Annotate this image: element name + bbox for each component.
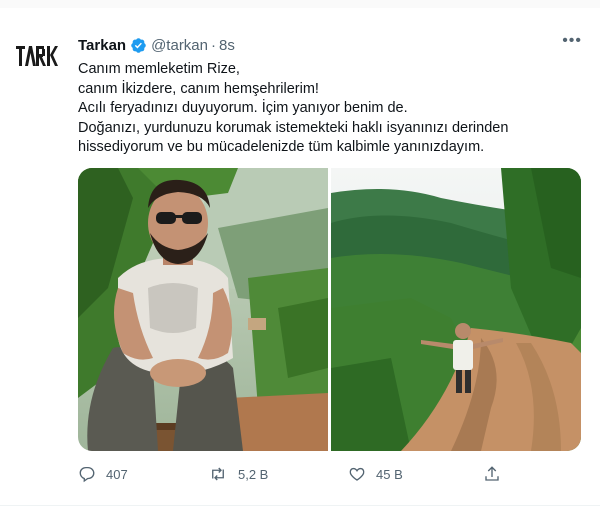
tweet-line: Acılı feryadınızı duyuyorum. İçim yanıyo… [78, 100, 408, 116]
tweet-line: Canım memleketim Rize, [78, 61, 240, 77]
reply-count: 407 [106, 466, 128, 482]
author-handle[interactable]: @tarkan [151, 37, 208, 54]
separator-dot: · [211, 36, 216, 54]
author-name[interactable]: Tarkan [78, 37, 126, 54]
tweet-header: Tarkan @tarkan · 8s [78, 35, 235, 55]
avatar[interactable] [14, 40, 62, 72]
photo-man-sitting-image [78, 168, 328, 451]
photo-man-on-road[interactable] [331, 168, 581, 451]
retweet-icon [212, 467, 224, 481]
tweet-line: canım İkizdere, canım hemşehrilerim! [78, 80, 319, 97]
reply-icon [79, 466, 95, 483]
tweet-line: Doğanızı, yurdunuzu korumak istemekteki … [78, 119, 509, 136]
tarkan-logo-icon [16, 46, 58, 66]
share-button[interactable] [483, 462, 501, 486]
verified-badge-icon [130, 37, 147, 54]
like-count: 45 B [376, 466, 403, 482]
tweet-time[interactable]: 8s [219, 37, 235, 54]
photo-man-on-road-image [331, 168, 581, 451]
reply-button[interactable]: 407 [78, 462, 128, 486]
divider [0, 505, 600, 506]
more-options-button[interactable]: ••• [562, 32, 582, 50]
heart-icon [349, 467, 365, 481]
share-icon [485, 466, 499, 481]
top-strip [0, 0, 600, 8]
tweet-actions: 407 5,2 B 45 B [78, 462, 508, 486]
tweet-line: hissediyorum ve bu mücadelenizde tüm kal… [78, 139, 485, 155]
retweet-count: 5,2 B [238, 466, 269, 482]
tweet-text: Canım memleketim Rize, canım İkizdere, c… [78, 60, 583, 158]
like-button[interactable]: 45 B [348, 462, 403, 486]
photo-man-sitting[interactable] [78, 168, 328, 451]
tweet-media [78, 168, 581, 451]
retweet-button[interactable]: 5,2 B [208, 462, 268, 486]
